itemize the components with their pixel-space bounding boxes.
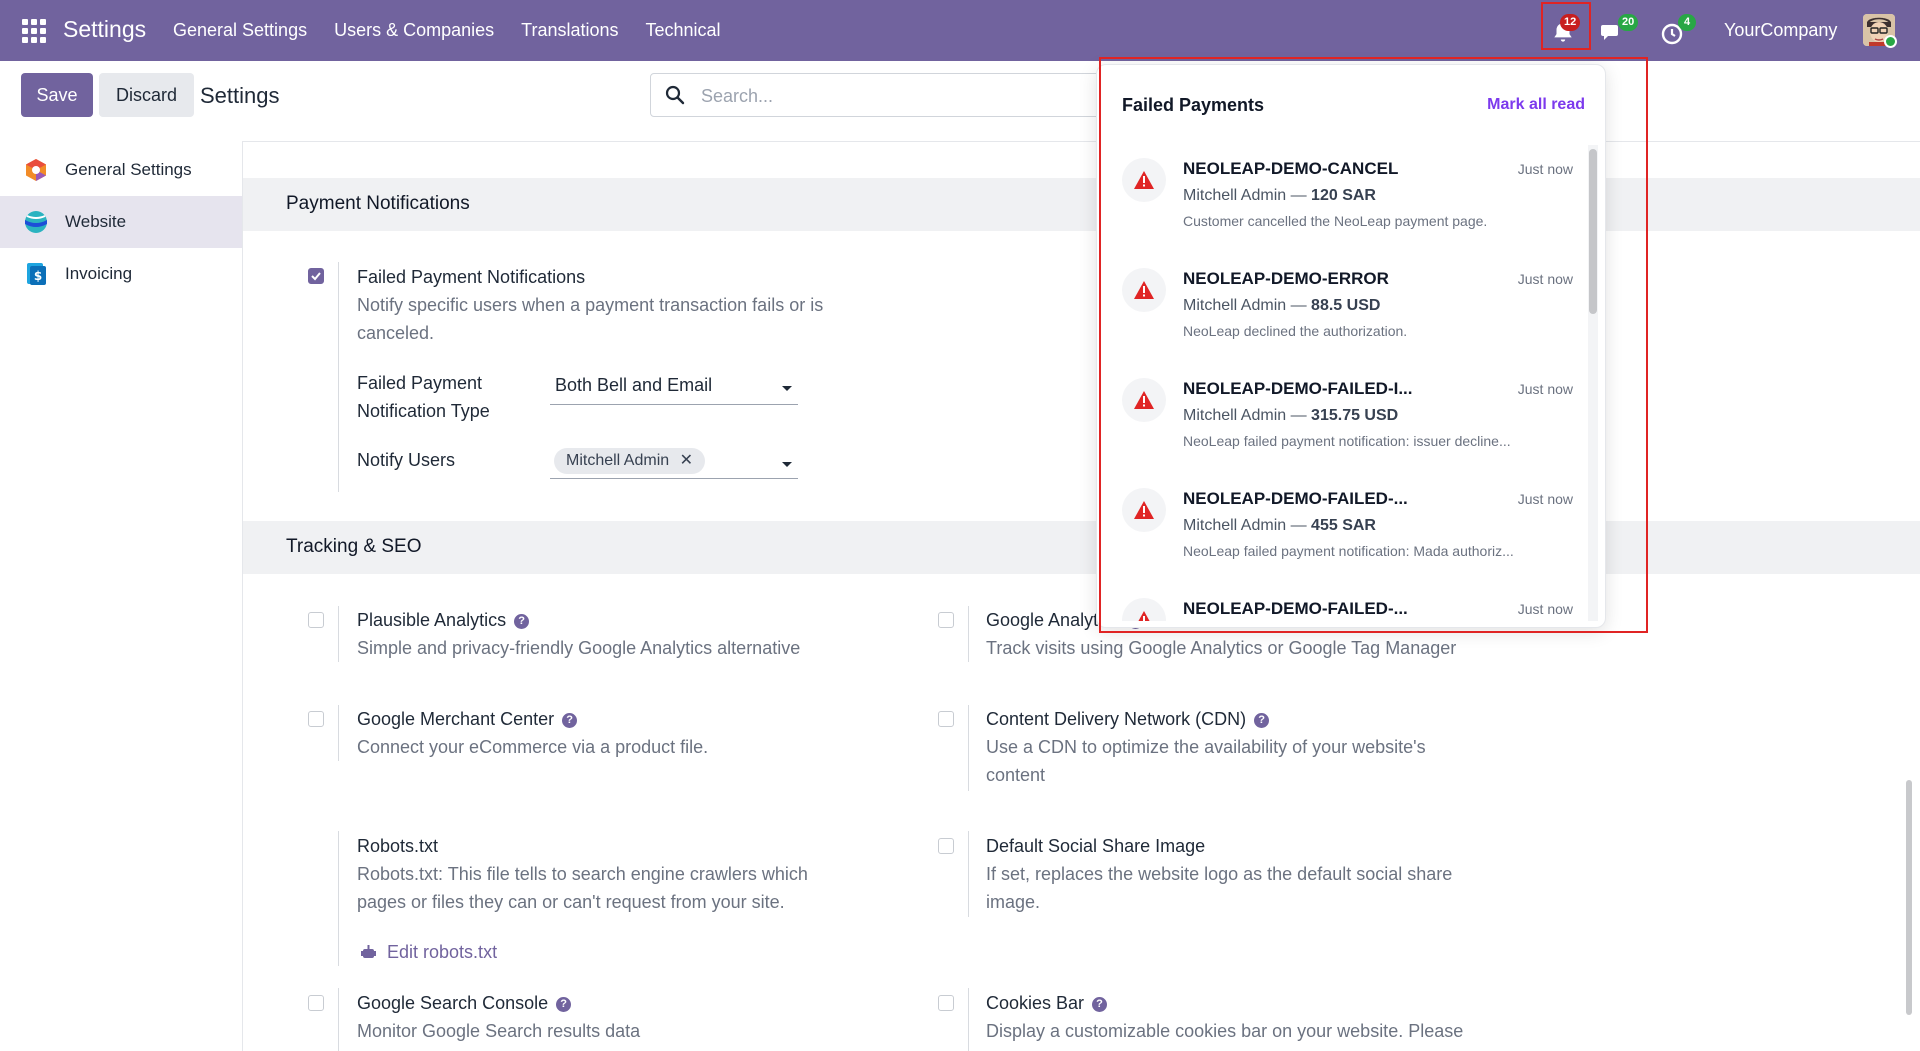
sidebar-item-invoicing[interactable]: $ Invoicing [0, 248, 242, 300]
help-icon[interactable]: ? [1254, 713, 1270, 728]
google-search-console-title: Google Search Console? [357, 993, 572, 1014]
plausible-analytics-checkbox[interactable] [308, 612, 324, 628]
search-box[interactable] [650, 73, 1110, 117]
help-icon[interactable]: ? [562, 713, 578, 728]
settings-sidebar: General Settings Website $ Invoicing [0, 141, 243, 1051]
cdn-title: Content Delivery Network (CDN)? [986, 709, 1270, 730]
robots-txt-title: Robots.txt [357, 836, 439, 856]
setting-divider [968, 831, 969, 917]
dropdown-highlight-box [1099, 57, 1648, 633]
failed-payment-notifications-desc: Notify specific users when a payment tra… [357, 295, 824, 315]
setting-divider [338, 988, 339, 1051]
remove-tag-icon[interactable]: ✕ [680, 452, 693, 469]
google-merchant-center-desc: Connect your eCommerce via a product fil… [357, 737, 709, 757]
robots-txt-desc: Robots.txt: This file tells to search en… [357, 864, 808, 884]
user-tag-label: Mitchell Admin [566, 452, 670, 469]
cookies-bar-checkbox[interactable] [938, 995, 954, 1011]
search-icon [665, 85, 685, 105]
apps-menu-icon[interactable] [22, 19, 46, 43]
chevron-down-icon [782, 386, 792, 391]
notify-users-select[interactable]: Mitchell Admin ✕ [550, 446, 798, 479]
plausible-analytics-title: Plausible Analytics? [357, 610, 530, 631]
save-button[interactable]: Save [21, 73, 93, 117]
google-merchant-center-checkbox[interactable] [308, 711, 324, 727]
menu-general-settings[interactable]: General Settings [173, 20, 307, 41]
section-heading: Payment Notifications [286, 193, 470, 214]
invoicing-app-icon: $ [27, 263, 46, 285]
activities-button[interactable]: 4 [1658, 14, 1702, 48]
menu-translations[interactable]: Translations [521, 20, 618, 41]
sidebar-item-label: Website [65, 212, 127, 231]
company-switcher[interactable]: YourCompany [1724, 20, 1837, 41]
cookies-bar-title: Cookies Bar? [986, 993, 1108, 1014]
chevron-down-icon [782, 462, 792, 467]
default-social-share-desc-2: image. [986, 892, 1041, 912]
website-app-icon [25, 211, 47, 233]
online-status-dot [1884, 35, 1897, 48]
notification-type-select[interactable]: Both Bell and Email [550, 372, 798, 405]
setting-divider [338, 262, 339, 492]
default-social-share-title: Default Social Share Image [986, 836, 1206, 856]
cdn-checkbox[interactable] [938, 711, 954, 727]
messages-button[interactable]: 20 [1598, 14, 1644, 48]
setting-divider [338, 831, 339, 966]
cdn-desc: Use a CDN to optimize the availability o… [986, 737, 1426, 757]
default-social-share-checkbox[interactable] [938, 838, 954, 854]
app-brand[interactable]: Settings [63, 16, 146, 43]
setting-divider [968, 705, 969, 791]
search-input[interactable] [699, 84, 1093, 108]
page-title: Settings [200, 83, 280, 108]
setting-divider [968, 606, 969, 662]
help-icon[interactable]: ? [556, 997, 572, 1012]
robot-icon [361, 945, 376, 958]
bell-highlight-box [1541, 2, 1591, 50]
notification-type-label: Failed Payment [357, 373, 483, 393]
edit-robots-txt-link[interactable]: Edit robots.txt [361, 942, 497, 963]
section-heading: Tracking & SEO [286, 536, 422, 557]
robots-txt-desc-2: pages or files they can or can't request… [357, 892, 785, 912]
sidebar-item-label: Invoicing [65, 264, 133, 283]
notify-users-label: Notify Users [357, 450, 456, 470]
setting-divider [968, 988, 969, 1051]
section-payment-notifications: Payment Notifications [243, 178, 1920, 231]
odoo-settings-icon [26, 159, 46, 181]
google-merchant-center-title: Google Merchant Center? [357, 709, 578, 730]
google-search-console-checkbox[interactable] [308, 995, 324, 1011]
svg-text:$: $ [34, 269, 42, 283]
google-analytics-checkbox[interactable] [938, 612, 954, 628]
check-icon [311, 272, 321, 281]
notification-type-label-2: Notification Type [357, 401, 490, 421]
user-tag: Mitchell Admin ✕ [554, 448, 706, 474]
section-tracking-seo: Tracking & SEO [243, 521, 1920, 574]
sidebar-item-label: General Settings [65, 160, 192, 179]
failed-payment-notifications-title: Failed Payment Notifications [357, 267, 586, 287]
cookies-bar-desc: Display a customizable cookies bar on yo… [986, 1021, 1464, 1041]
default-social-share-desc: If set, replaces the website logo as the… [986, 864, 1453, 884]
setting-divider [338, 705, 339, 761]
failed-payment-notifications-desc-2: canceled. [357, 323, 435, 343]
cdn-desc-2: content [986, 765, 1046, 785]
help-icon[interactable]: ? [514, 614, 530, 629]
plausible-analytics-desc: Simple and privacy-friendly Google Analy… [357, 638, 801, 658]
top-menu: General Settings Users & Companies Trans… [173, 20, 721, 41]
help-icon[interactable]: ? [1092, 997, 1108, 1012]
sidebar-item-website[interactable]: Website [0, 196, 242, 248]
google-search-console-desc: Monitor Google Search results data [357, 1021, 641, 1041]
messages-count-badge: 20 [1618, 14, 1639, 31]
menu-technical[interactable]: Technical [646, 20, 721, 41]
discard-button[interactable]: Discard [99, 73, 194, 117]
top-navbar: Settings General Settings Users & Compan… [0, 0, 1920, 61]
activities-count-badge: 4 [1678, 14, 1696, 31]
failed-payment-notifications-checkbox[interactable] [308, 268, 324, 284]
main-scrollbar-thumb[interactable] [1906, 780, 1912, 1015]
google-analytics-desc: Track visits using Google Analytics or G… [986, 638, 1457, 658]
notification-type-value: Both Bell and Email [555, 375, 713, 395]
setting-divider [338, 606, 339, 662]
sidebar-item-general-settings[interactable]: General Settings [0, 144, 242, 196]
menu-users-companies[interactable]: Users & Companies [334, 20, 494, 41]
